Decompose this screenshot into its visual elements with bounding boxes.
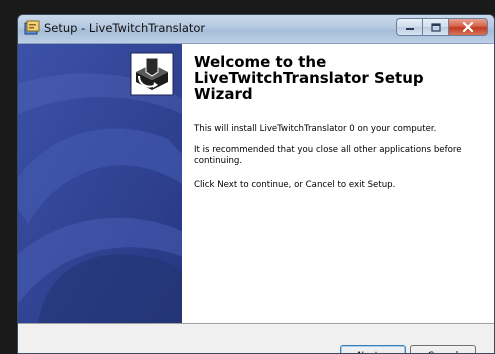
close-button[interactable]	[448, 18, 488, 36]
wizard-sidebar-image	[18, 44, 182, 323]
install-info-text: This will install LiveTwitchTranslator 0…	[194, 124, 437, 134]
maximize-button[interactable]	[422, 18, 448, 36]
next-button[interactable]: Next >	[340, 345, 406, 353]
close-icon	[462, 22, 474, 32]
window-title: Setup - LiveTwitchTranslator	[44, 21, 206, 35]
minimize-icon	[405, 28, 414, 30]
wizard-client-area: Welcome to the LiveTwitchTranslator Setu…	[18, 44, 494, 353]
minimize-button[interactable]	[396, 18, 422, 36]
cancel-button[interactable]: Cancel	[410, 345, 476, 353]
wizard-heading: Welcome to the LiveTwitchTranslator Setu…	[194, 53, 424, 103]
installer-box-icon	[130, 52, 174, 96]
caption-buttons	[396, 18, 488, 37]
close-apps-text: It is recommended that you close all oth…	[194, 145, 462, 166]
wizard-button-bar: Next > Cancel	[18, 323, 494, 353]
instructions-text: Click Next to continue, or Cancel to exi…	[194, 180, 396, 190]
title-bar[interactable]: Setup - LiveTwitchTranslator	[18, 15, 494, 44]
setup-app-icon	[24, 20, 40, 35]
maximize-icon	[430, 22, 441, 32]
setup-window: Setup - LiveTwitchTranslator Welcome to …	[17, 14, 495, 354]
